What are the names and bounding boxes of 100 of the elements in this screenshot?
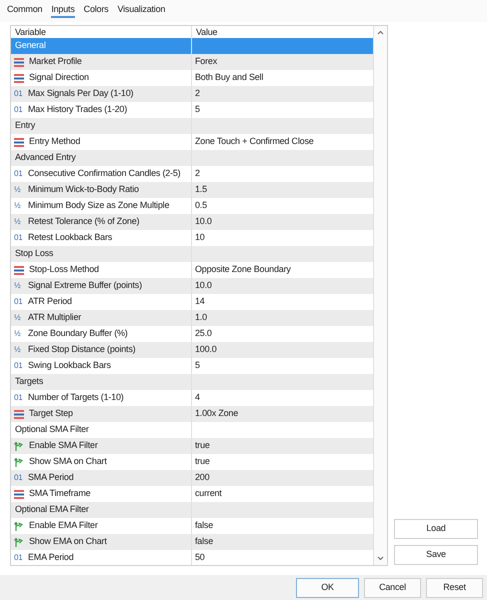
list-icon — [14, 58, 24, 66]
value-text: 0.5 — [195, 199, 207, 212]
value-text: 1.0 — [195, 311, 207, 324]
table-row[interactable]: ½ ATR Multiplier 1.0 — [11, 310, 373, 326]
table-row[interactable]: Show EMA on Chart false — [11, 534, 373, 550]
type-icon: 01 — [14, 168, 24, 180]
side-button[interactable]: Load — [394, 519, 478, 539]
variable-name: EMA Period — [28, 551, 74, 564]
dialog-button[interactable]: OK — [296, 578, 359, 598]
table-row[interactable]: ½ Fixed Stop Distance (points) 100.0 — [11, 342, 373, 358]
variable-name: Retest Tolerance (% of Zone) — [28, 215, 140, 228]
group-label: Entry — [14, 119, 36, 132]
table-row[interactable]: ½ Minimum Wick-to-Body Ratio 1.5 — [11, 182, 373, 198]
variable-name: Max History Trades (1-20) — [28, 103, 128, 116]
value-text: Both Buy and Sell — [195, 71, 264, 84]
dialog-button[interactable]: Cancel — [364, 578, 421, 598]
branch-arrow-icon — [14, 440, 25, 452]
list-icon — [14, 490, 24, 498]
variable-name: Swing Lookback Bars — [28, 359, 111, 372]
type-icon: 01 — [14, 104, 24, 116]
group-label: Targets — [14, 375, 44, 388]
table-row[interactable]: Optional EMA Filter — [11, 502, 373, 518]
variable-name: Number of Targets (1-10) — [28, 391, 124, 404]
type-icon: ½ — [14, 216, 24, 228]
table-row[interactable]: Stop Loss — [11, 246, 373, 262]
list-icon — [14, 138, 24, 146]
variable-name: ATR Multiplier — [28, 311, 82, 324]
tab[interactable]: Inputs — [51, 3, 75, 18]
variable-name: Entry Method — [28, 135, 80, 148]
variable-name: Market Profile — [28, 55, 82, 68]
value-text: 10.0 — [195, 215, 212, 228]
table-row[interactable]: ½ Retest Tolerance (% of Zone) 10.0 — [11, 214, 373, 230]
tab[interactable]: Colors — [84, 3, 108, 18]
type-icon: ½ — [14, 312, 24, 324]
table-row[interactable]: Target Step 1.00x Zone — [11, 406, 373, 422]
type-icon: 01 — [14, 472, 24, 484]
variable-name: Signal Direction — [28, 71, 89, 84]
value-text: Zone Touch + Confirmed Close — [195, 135, 314, 148]
variable-name: Max Signals Per Day (1-10) — [28, 87, 134, 100]
variable-name: Signal Extreme Buffer (points) — [28, 279, 142, 292]
variable-name: Show SMA on Chart — [28, 455, 107, 468]
branch-arrow-icon — [14, 536, 25, 548]
list-icon — [14, 266, 24, 274]
value-text: false — [195, 519, 214, 532]
group-label: Optional SMA Filter — [14, 423, 89, 436]
branch-arrow-icon — [14, 456, 25, 468]
table-row[interactable]: Enable SMA Filter true — [11, 438, 373, 454]
variable-name: Consecutive Confirmation Candles (2-5) — [28, 167, 180, 180]
table-row[interactable]: 01 Max Signals Per Day (1-10) 2 — [11, 86, 373, 102]
value-text: 5 — [195, 103, 200, 116]
type-icon: ½ — [14, 200, 24, 212]
list-icon — [14, 74, 24, 82]
type-icon: 01 — [14, 296, 24, 308]
tab[interactable]: Common — [7, 3, 42, 18]
variable-name: Enable EMA Filter — [28, 519, 98, 532]
table-row[interactable]: 01 SMA Period 200 — [11, 470, 373, 486]
value-text: current — [195, 487, 222, 500]
group-label: Optional EMA Filter — [14, 503, 89, 516]
type-icon: ½ — [14, 344, 24, 356]
branch-arrow-icon — [14, 520, 25, 532]
value-text: 14 — [195, 295, 205, 308]
type-icon: ½ — [14, 280, 24, 292]
variable-name: SMA Period — [28, 471, 74, 484]
value-text: 2 — [195, 167, 200, 180]
type-icon: 01 — [14, 360, 24, 372]
dialog-button[interactable]: Reset — [426, 578, 483, 598]
table-row[interactable]: Targets — [11, 374, 373, 390]
variable-name: Zone Boundary Buffer (%) — [28, 327, 128, 340]
type-icon: 01 — [14, 88, 24, 100]
variable-name: Stop-Loss Method — [28, 263, 99, 276]
value-text: 50 — [195, 551, 205, 564]
side-button[interactable]: Save — [394, 545, 478, 565]
group-label: Stop Loss — [14, 247, 54, 260]
value-text: 10.0 — [195, 279, 212, 292]
type-icon: 01 — [14, 232, 24, 244]
tab[interactable]: Visualization — [117, 3, 166, 18]
variable-name: Minimum Body Size as Zone Multiple — [28, 199, 170, 212]
value-text: true — [195, 439, 210, 452]
value-text: 200 — [195, 471, 210, 484]
group-label: Advanced Entry — [14, 151, 76, 164]
value-text: 10 — [195, 231, 205, 244]
table-row[interactable]: Entry — [11, 118, 373, 134]
type-icon: ½ — [14, 328, 24, 340]
list-icon — [14, 410, 24, 418]
table-row[interactable]: Market Profile Forex — [11, 54, 373, 70]
value-text: 1.00x Zone — [195, 407, 238, 420]
table-row[interactable]: ½ Signal Extreme Buffer (points) 10.0 — [11, 278, 373, 294]
group-label: General — [14, 39, 46, 52]
table-row[interactable]: Advanced Entry — [11, 150, 373, 166]
value-text: 2 — [195, 87, 200, 100]
value-text: 5 — [195, 359, 200, 372]
variable-name: Minimum Wick-to-Body Ratio — [28, 183, 139, 196]
variable-name: Show EMA on Chart — [28, 535, 107, 548]
variable-name: Fixed Stop Distance (points) — [28, 343, 136, 356]
type-icon: 01 — [14, 392, 24, 404]
value-text: 25.0 — [195, 327, 212, 340]
value-text: true — [195, 455, 210, 468]
value-text: 1.5 — [195, 183, 207, 196]
value-text: 100.0 — [195, 343, 217, 356]
variable-name: Retest Lookback Bars — [28, 231, 112, 244]
